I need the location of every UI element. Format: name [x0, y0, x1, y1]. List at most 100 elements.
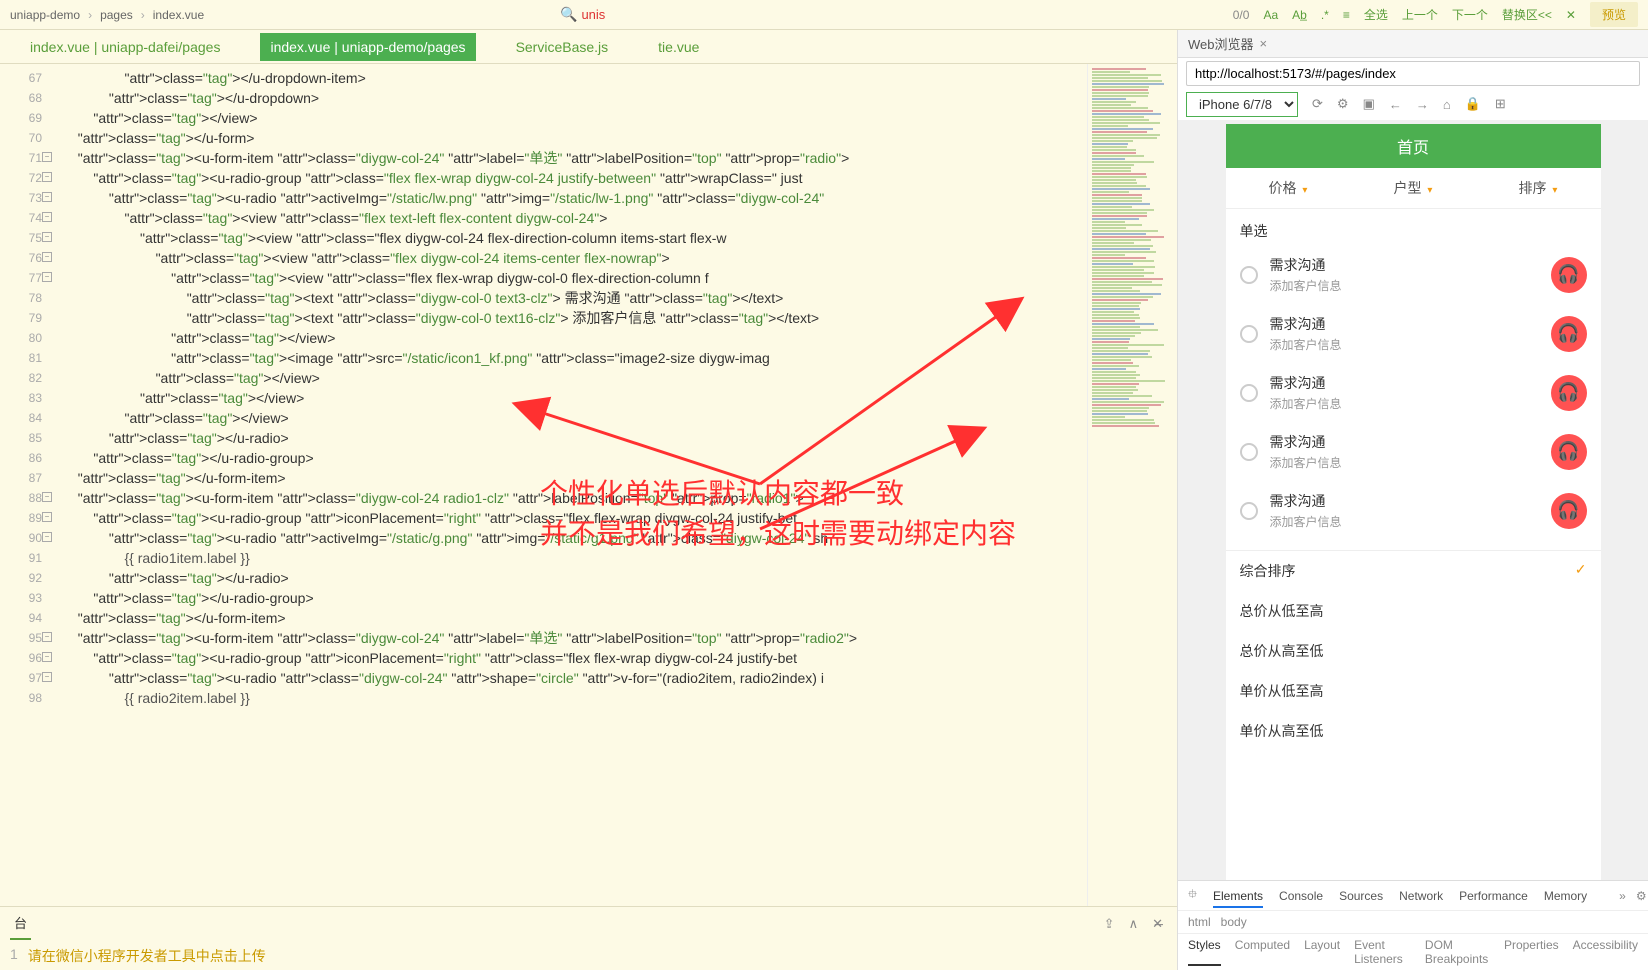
devtools-tab-console[interactable]: Console: [1279, 889, 1323, 903]
radio-circle[interactable]: [1240, 266, 1258, 284]
code-line[interactable]: "attr">class="tag"></u-radio>: [70, 428, 1087, 448]
filter-1[interactable]: 户型 ▾: [1351, 168, 1476, 208]
code-line[interactable]: "attr">class="tag"></u-radio-group>: [70, 588, 1087, 608]
sort-item-0[interactable]: 综合排序✓: [1226, 551, 1601, 591]
devtools-sub-1[interactable]: Computed: [1235, 938, 1290, 966]
code-line[interactable]: "attr">class="tag"></u-dropdown>: [70, 88, 1087, 108]
word-icon[interactable]: Ab̲: [1292, 8, 1307, 22]
code-line[interactable]: "attr">class="tag"><text "attr">class="d…: [70, 288, 1087, 308]
code-line[interactable]: "attr">class="tag"><u-form-item "attr">c…: [70, 148, 1087, 168]
fold-icon[interactable]: −: [42, 272, 52, 282]
prev-match[interactable]: 上一个: [1402, 6, 1438, 23]
code-line[interactable]: "attr">class="tag"></view>: [70, 408, 1087, 428]
code-line[interactable]: "attr">class="tag"><image "attr">src="/s…: [70, 348, 1087, 368]
kf-icon[interactable]: 🎧: [1551, 316, 1587, 352]
code-line[interactable]: "attr">class="tag"><view "attr">class="f…: [70, 248, 1087, 268]
fold-icon[interactable]: −: [42, 232, 52, 242]
code-line[interactable]: {{ radio1item.label }}: [70, 548, 1087, 568]
devtools-sub-0[interactable]: Styles: [1188, 938, 1221, 966]
bc-1[interactable]: pages: [100, 8, 133, 22]
browser-tab-close-icon[interactable]: ×: [1260, 36, 1268, 51]
radio-item-3[interactable]: 需求沟通添加客户信息🎧: [1226, 422, 1601, 481]
regex-icon[interactable]: .*: [1321, 8, 1329, 22]
code-body[interactable]: "attr">class="tag"></u-dropdown-item> "a…: [50, 64, 1087, 906]
devtools-settings-icon[interactable]: ⚙: [1636, 889, 1647, 903]
devtools-sub-4[interactable]: DOM Breakpoints: [1425, 938, 1490, 966]
home-icon[interactable]: ⌂: [1443, 97, 1451, 112]
code-line[interactable]: "attr">class="tag"><u-radio "attr">activ…: [70, 528, 1087, 548]
kf-icon[interactable]: 🎧: [1551, 257, 1587, 293]
code-line[interactable]: "attr">class="tag"></u-radio-group>: [70, 448, 1087, 468]
code-line[interactable]: "attr">class="tag"></view>: [70, 368, 1087, 388]
fold-icon[interactable]: −: [42, 172, 52, 182]
code-line[interactable]: "attr">class="tag"><view "attr">class="f…: [70, 268, 1087, 288]
filter-2[interactable]: 排序 ▾: [1476, 168, 1601, 208]
code-line[interactable]: "attr">class="tag"></view>: [70, 108, 1087, 128]
minimap[interactable]: [1087, 64, 1177, 906]
code-line[interactable]: "attr">class="tag"></u-form-item>: [70, 468, 1087, 488]
code-line[interactable]: "attr">class="tag"><view "attr">class="f…: [70, 208, 1087, 228]
console-tab[interactable]: 台: [10, 907, 31, 940]
kf-icon[interactable]: 🎧: [1551, 434, 1587, 470]
fold-icon[interactable]: −: [42, 192, 52, 202]
replace-toggle[interactable]: 替换区<<: [1502, 6, 1552, 23]
select-all[interactable]: 全选: [1364, 6, 1388, 23]
editor-tab-1[interactable]: index.vue | uniapp-demo/pages: [260, 33, 475, 61]
sort-item-4[interactable]: 单价从高至低: [1226, 711, 1601, 751]
search-input[interactable]: [581, 7, 661, 22]
radio-circle[interactable]: [1240, 502, 1258, 520]
devtools-sub-2[interactable]: Layout: [1304, 938, 1340, 966]
qr-icon[interactable]: ⊞: [1495, 96, 1506, 112]
browser-tab[interactable]: Web浏览器 ×: [1178, 30, 1648, 58]
console-min-icon[interactable]: ∧: [1129, 916, 1139, 932]
code-line[interactable]: {{ radio2item.label }}: [70, 688, 1087, 708]
code-line[interactable]: "attr">class="tag"></view>: [70, 388, 1087, 408]
bc-2[interactable]: index.vue: [153, 8, 204, 22]
code-line[interactable]: "attr">class="tag"><view "attr">class="f…: [70, 228, 1087, 248]
fold-icon[interactable]: −: [42, 212, 52, 222]
bc-0[interactable]: uniapp-demo: [10, 8, 80, 22]
code-line[interactable]: "attr">class="tag"><u-form-item "attr">c…: [70, 488, 1087, 508]
fold-icon[interactable]: −: [42, 632, 52, 642]
code-line[interactable]: "attr">class="tag"><u-radio-group "attr"…: [70, 508, 1087, 528]
back-icon[interactable]: ←: [1389, 97, 1402, 112]
kf-icon[interactable]: 🎧: [1551, 493, 1587, 529]
code-line[interactable]: "attr">class="tag"><u-radio "attr">activ…: [70, 188, 1087, 208]
code-line[interactable]: "attr">class="tag"><text "attr">class="d…: [70, 308, 1087, 328]
lock-icon[interactable]: 🔒: [1465, 96, 1481, 112]
radio-circle[interactable]: [1240, 443, 1258, 461]
device-select[interactable]: iPhone 6/7/8: [1186, 92, 1298, 117]
devtools-more-icon[interactable]: »: [1619, 889, 1626, 903]
screenshot-icon[interactable]: ▣: [1363, 96, 1375, 112]
close-search-icon[interactable]: ✕: [1566, 8, 1576, 22]
sort-item-1[interactable]: 总价从低至高: [1226, 591, 1601, 631]
radio-item-4[interactable]: 需求沟通添加客户信息🎧: [1226, 481, 1601, 540]
next-match[interactable]: 下一个: [1452, 6, 1488, 23]
preview-button[interactable]: 预览: [1590, 2, 1638, 27]
code-line[interactable]: "attr">class="tag"><u-form-item "attr">c…: [70, 628, 1087, 648]
code-line[interactable]: "attr">class="tag"><u-radio "attr">class…: [70, 668, 1087, 688]
code-line[interactable]: "attr">class="tag"></u-form-item>: [70, 608, 1087, 628]
code-line[interactable]: "attr">class="tag"></u-dropdown-item>: [70, 68, 1087, 88]
fold-icon[interactable]: −: [42, 532, 52, 542]
radio-item-2[interactable]: 需求沟通添加客户信息🎧: [1226, 363, 1601, 422]
bc-body[interactable]: body: [1221, 915, 1247, 929]
filter-icon[interactable]: ≡: [1343, 8, 1350, 22]
devtools-sub-6[interactable]: Accessibility: [1573, 938, 1638, 966]
kf-icon[interactable]: 🎧: [1551, 375, 1587, 411]
editor-tab-3[interactable]: tie.vue: [648, 33, 709, 61]
devtools-tab-network[interactable]: Network: [1399, 889, 1443, 903]
gear-icon[interactable]: ⚙: [1337, 96, 1349, 112]
console-close-icon[interactable]: ✕̶: [1152, 916, 1163, 932]
forward-icon[interactable]: →: [1416, 97, 1429, 112]
code-line[interactable]: "attr">class="tag"><u-radio-group "attr"…: [70, 648, 1087, 668]
radio-circle[interactable]: [1240, 325, 1258, 343]
fold-icon[interactable]: −: [42, 672, 52, 682]
sort-item-2[interactable]: 总价从高至低: [1226, 631, 1601, 671]
devtools-tab-memory[interactable]: Memory: [1544, 889, 1587, 903]
fold-icon[interactable]: −: [42, 652, 52, 662]
fold-icon[interactable]: −: [42, 492, 52, 502]
radio-item-1[interactable]: 需求沟通添加客户信息🎧: [1226, 304, 1601, 363]
code-line[interactable]: "attr">class="tag"></u-radio>: [70, 568, 1087, 588]
code-line[interactable]: "attr">class="tag"></u-form>: [70, 128, 1087, 148]
